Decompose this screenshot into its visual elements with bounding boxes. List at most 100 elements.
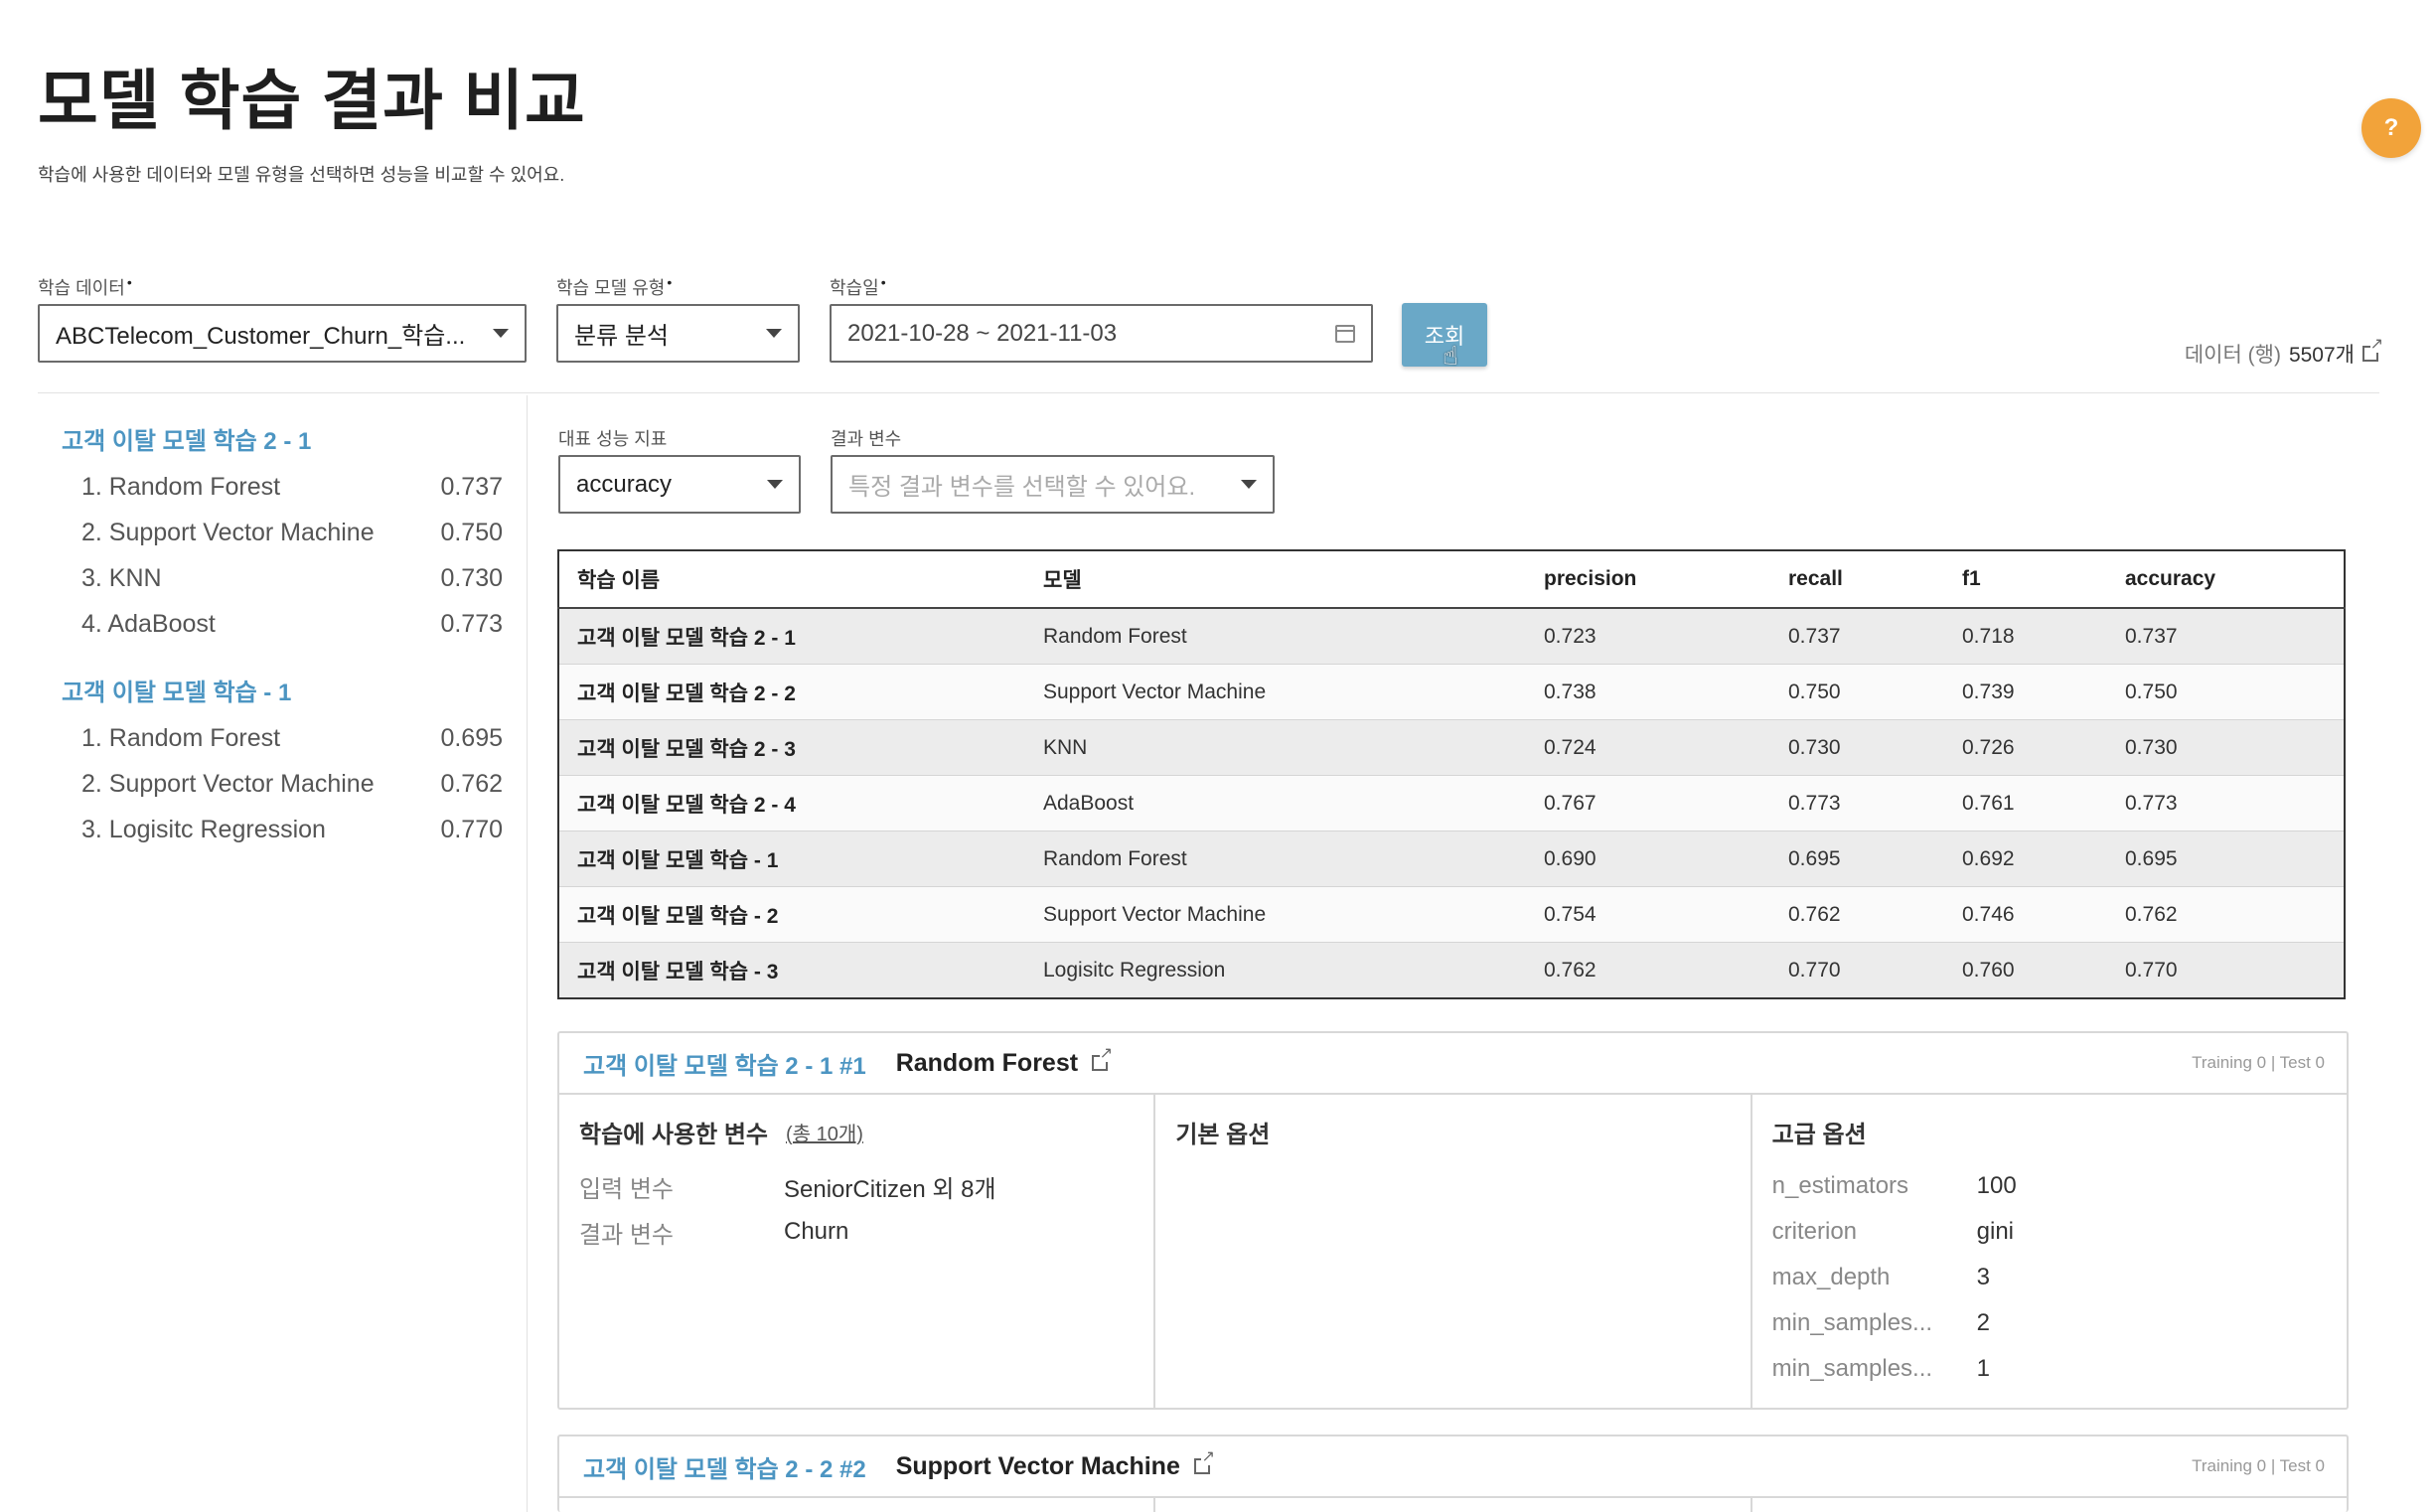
variables-title-text: 학습에 사용한 변수: [579, 1122, 768, 1148]
option-key: min_samples...: [1771, 1309, 1933, 1336]
model-score: 0.695: [440, 723, 503, 752]
result-var-select[interactable]: 특정 결과 변수를 선택할 수 있어요.: [831, 455, 1275, 514]
option-key: max_depth: [1771, 1264, 1891, 1290]
table-row[interactable]: 고객 이탈 모델 학습 2 - 3 KNN 0.724 0.730 0.726 …: [558, 719, 2345, 776]
sidebar-model-item[interactable]: 1. Random Forest 0.695: [81, 715, 503, 761]
model-name: 3. KNN: [81, 563, 162, 592]
sidebar: 고객 이탈 모델 학습 2 - 1 1. Random Forest 0.737 …: [62, 421, 503, 852]
card-training-link[interactable]: 고객 이탈 모델 학습 2 - 2 #2: [583, 1449, 866, 1484]
table-row[interactable]: 고객 이탈 모델 학습 - 2 Support Vector Machine 0…: [558, 886, 2345, 943]
date-label: 학습일 •: [830, 274, 886, 298]
model-score: 0.770: [440, 815, 503, 843]
option-row: max_depth 3: [1772, 1255, 2327, 1300]
model-name: 4. AdaBoost: [81, 609, 216, 638]
option-row: n_estimators 100: [1772, 1163, 2327, 1209]
cell-precision: 0.724: [1526, 719, 1770, 776]
data-select[interactable]: ABCTelecom_Customer_Churn_학습...: [38, 304, 527, 363]
output-variable-value: Churn: [784, 1218, 849, 1245]
cell-accuracy: 0.770: [2107, 942, 2345, 999]
table-row[interactable]: 고객 이탈 모델 학습 - 1 Random Forest 0.690 0.69…: [558, 831, 2345, 887]
sidebar-group-title[interactable]: 고객 이탈 모델 학습 2 - 1: [62, 421, 503, 456]
cell-precision: 0.762: [1526, 942, 1770, 999]
model-score: 0.773: [440, 609, 503, 638]
result-var-placeholder: 특정 결과 변수를 선택할 수 있어요.: [848, 474, 1196, 501]
model-type-label: 학습 모델 유형 •: [556, 274, 673, 298]
column-header[interactable]: f1: [1944, 550, 2107, 609]
sidebar-model-item[interactable]: 2. Support Vector Machine 0.750: [81, 510, 503, 555]
card-header: 고객 이탈 모델 학습 2 - 2 #2 Support Vector Mach…: [559, 1436, 2347, 1498]
cell-name: 고객 이탈 모델 학습 - 1: [558, 831, 1025, 887]
option-value: 1: [1976, 1355, 1991, 1382]
calendar-icon[interactable]: [1335, 324, 1355, 343]
variables-column: 학습에 사용한 변수 (총 10개) 입력 변수 SeniorCitizen 외 …: [559, 1095, 1156, 1409]
page-description: 학습에 사용한 데이터와 모델 유형을 선택하면 성능을 비교할 수 있어요.: [38, 165, 565, 185]
cell-recall: 0.750: [1770, 664, 1944, 720]
cell-accuracy: 0.762: [2107, 886, 2345, 943]
training-test-count: Training 0 | Test 0: [2192, 1053, 2325, 1072]
sidebar-divider: [527, 395, 528, 1512]
card-column: [559, 1498, 1156, 1512]
cell-accuracy: 0.750: [2107, 664, 2345, 720]
external-link-icon[interactable]: [1092, 1046, 1114, 1071]
sidebar-model-item[interactable]: 3. KNN 0.730: [81, 555, 503, 601]
date-range-input[interactable]: 2021-10-28 ~ 2021-11-03: [830, 304, 1373, 363]
external-link-icon[interactable]: [1193, 1449, 1215, 1474]
variables-total-link[interactable]: (총 10개): [786, 1118, 863, 1146]
column-header[interactable]: recall: [1770, 550, 1944, 609]
data-count: 데이터 (행) 5507개: [2185, 337, 2383, 369]
model-score: 0.750: [440, 518, 503, 546]
page-title: 모델 학습 결과 비교: [38, 64, 586, 137]
result-var-label: 결과 변수: [831, 429, 902, 449]
cell-recall: 0.762: [1770, 886, 1944, 943]
sidebar-group-title[interactable]: 고객 이탈 모델 학습 - 1: [62, 673, 503, 707]
cell-precision: 0.738: [1526, 664, 1770, 720]
model-name: 3. Logisitc Regression: [81, 815, 326, 843]
column-header[interactable]: precision: [1526, 550, 1770, 609]
cell-f1: 0.726: [1944, 719, 2107, 776]
column-header[interactable]: accuracy: [2107, 550, 2345, 609]
model-score: 0.730: [440, 563, 503, 592]
model-type-value: 분류 분석: [574, 323, 669, 350]
cell-name: 고객 이탈 모델 학습 2 - 1: [558, 608, 1025, 665]
table-row[interactable]: 고객 이탈 모델 학습 - 3 Logisitc Regression 0.76…: [558, 942, 2345, 999]
table-row[interactable]: 고객 이탈 모델 학습 2 - 4 AdaBoost 0.767 0.773 0…: [558, 775, 2345, 832]
help-button[interactable]: ?: [2361, 98, 2421, 158]
option-key: criterion: [1771, 1218, 1858, 1245]
column-header: 학습 이름: [558, 550, 1025, 609]
card-column: [1752, 1498, 2347, 1512]
cell-precision: 0.767: [1526, 775, 1770, 832]
option-key: min_samples...: [1771, 1355, 1933, 1382]
data-select-value: ABCTelecom_Customer_Churn_학습...: [56, 323, 466, 350]
sidebar-model-item[interactable]: 4. AdaBoost 0.773: [81, 601, 503, 647]
metric-select[interactable]: accuracy: [558, 455, 801, 514]
option-row: criterion gini: [1772, 1209, 2327, 1255]
comparison-table: 학습 이름 모델 precision recall f1 accuracy 고객…: [557, 549, 2346, 999]
table-row[interactable]: 고객 이탈 모델 학습 2 - 1 Random Forest 0.723 0.…: [558, 608, 2345, 665]
cell-recall: 0.695: [1770, 831, 1944, 887]
sidebar-model-item[interactable]: 3. Logisitc Regression 0.770: [81, 807, 503, 852]
required-mark: •: [667, 274, 673, 290]
divider: [38, 392, 2379, 393]
input-variable-row: 입력 변수 SeniorCitizen 외 8개: [579, 1163, 1134, 1209]
card-body: 학습에 사용한 변수 (총 10개) 입력 변수 SeniorCitizen 외 …: [559, 1095, 2347, 1409]
option-value: 3: [1976, 1264, 1991, 1290]
cell-accuracy: 0.730: [2107, 719, 2345, 776]
card-model-name: Random Forest: [895, 1048, 1079, 1077]
model-name: 1. Random Forest: [81, 472, 281, 501]
data-count-value: 5507개: [2288, 344, 2355, 367]
comparison-table-wrapper: 학습 이름 모델 precision recall f1 accuracy 고객…: [557, 549, 2346, 999]
model-type-select[interactable]: 분류 분석: [556, 304, 800, 363]
card-training-link[interactable]: 고객 이탈 모델 학습 2 - 1 #1: [583, 1046, 866, 1081]
chevron-down-icon: [767, 480, 783, 489]
cell-f1: 0.692: [1944, 831, 2107, 887]
chevron-down-icon: [766, 329, 782, 338]
cell-f1: 0.761: [1944, 775, 2107, 832]
sidebar-model-item[interactable]: 2. Support Vector Machine 0.762: [81, 761, 503, 807]
table-row[interactable]: 고객 이탈 모델 학습 2 - 2 Support Vector Machine…: [558, 664, 2345, 720]
chevron-down-icon: [493, 329, 509, 338]
sidebar-model-item[interactable]: 1. Random Forest 0.737: [81, 464, 503, 510]
output-variable-label: 결과 변수: [579, 1221, 674, 1249]
advanced-options-title: 고급 옵션: [1771, 1122, 1867, 1148]
card-header: 고객 이탈 모델 학습 2 - 1 #1 Random Forest Train…: [559, 1033, 2347, 1095]
external-link-icon[interactable]: [2362, 337, 2383, 362]
